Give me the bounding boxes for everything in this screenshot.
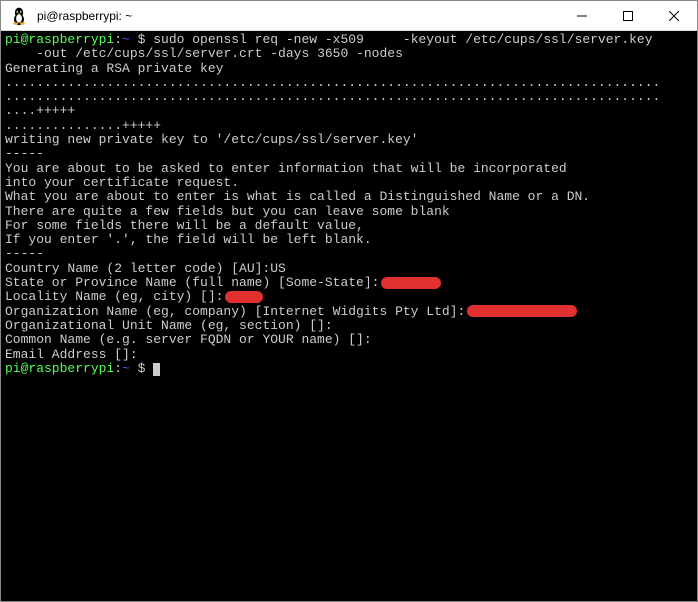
close-button[interactable] [651, 1, 697, 30]
prompt-separator: : [114, 32, 122, 47]
output-line: Organizational Unit Name (eg, section) [… [5, 319, 693, 333]
terminal-window: pi@raspberrypi: ~ pi@raspberrypi:~ $ sud… [0, 0, 698, 602]
output-line: ....+++++ [5, 104, 693, 118]
prompt-line-2: pi@raspberrypi:~ $ [5, 362, 693, 376]
window-controls [559, 1, 697, 30]
output-line: Organization Name (eg, company) [Interne… [5, 305, 693, 319]
prompt-user: pi@raspberrypi [5, 32, 114, 47]
output-line: ...............+++++ [5, 119, 693, 133]
redaction-mark [381, 277, 441, 289]
maximize-button[interactable] [605, 1, 651, 30]
command-continuation: -out /etc/cups/ssl/server.crt -days 3650… [5, 47, 693, 61]
output-line: For some fields there will be a default … [5, 219, 693, 233]
output-line: ----- [5, 147, 693, 161]
output-text: State or Province Name (full name) [Some… [5, 275, 379, 290]
redaction-mark [225, 291, 263, 303]
prompt-path: ~ [122, 361, 130, 376]
output-line: Country Name (2 letter code) [AU]:US [5, 262, 693, 276]
terminal-content[interactable]: pi@raspberrypi:~ $ sudo openssl req -new… [1, 31, 697, 601]
output-line: ----- [5, 247, 693, 261]
output-line: Generating a RSA private key [5, 62, 693, 76]
minimize-button[interactable] [559, 1, 605, 30]
output-line: Email Address []: [5, 348, 693, 362]
prompt-dollar: $ [130, 32, 153, 47]
tux-icon [7, 4, 31, 28]
prompt-line-1: pi@raspberrypi:~ $ sudo openssl req -new… [5, 33, 693, 47]
titlebar[interactable]: pi@raspberrypi: ~ [1, 1, 697, 31]
redaction-mark [467, 305, 577, 317]
output-line: You are about to be asked to enter infor… [5, 162, 693, 176]
prompt-user: pi@raspberrypi [5, 361, 114, 376]
prompt-separator: : [114, 361, 122, 376]
output-line: What you are about to enter is what is c… [5, 190, 693, 204]
output-line: Common Name (e.g. server FQDN or YOUR na… [5, 333, 693, 347]
prompt-dollar: $ [130, 361, 153, 376]
output-text: Organization Name (eg, company) [Interne… [5, 304, 465, 319]
output-line: Locality Name (eg, city) []: [5, 290, 693, 304]
window-title: pi@raspberrypi: ~ [37, 9, 559, 23]
output-line: ........................................… [5, 76, 693, 90]
output-line: ........................................… [5, 90, 693, 104]
output-line: State or Province Name (full name) [Some… [5, 276, 693, 290]
cursor [153, 363, 160, 376]
output-line: writing new private key to '/etc/cups/ss… [5, 133, 693, 147]
output-line: There are quite a few fields but you can… [5, 205, 693, 219]
command-text: sudo openssl req -new -x509 -keyout /etc… [153, 32, 652, 47]
output-text: Locality Name (eg, city) []: [5, 289, 223, 304]
output-line: If you enter '.', the field will be left… [5, 233, 693, 247]
prompt-path: ~ [122, 32, 130, 47]
output-line: into your certificate request. [5, 176, 693, 190]
